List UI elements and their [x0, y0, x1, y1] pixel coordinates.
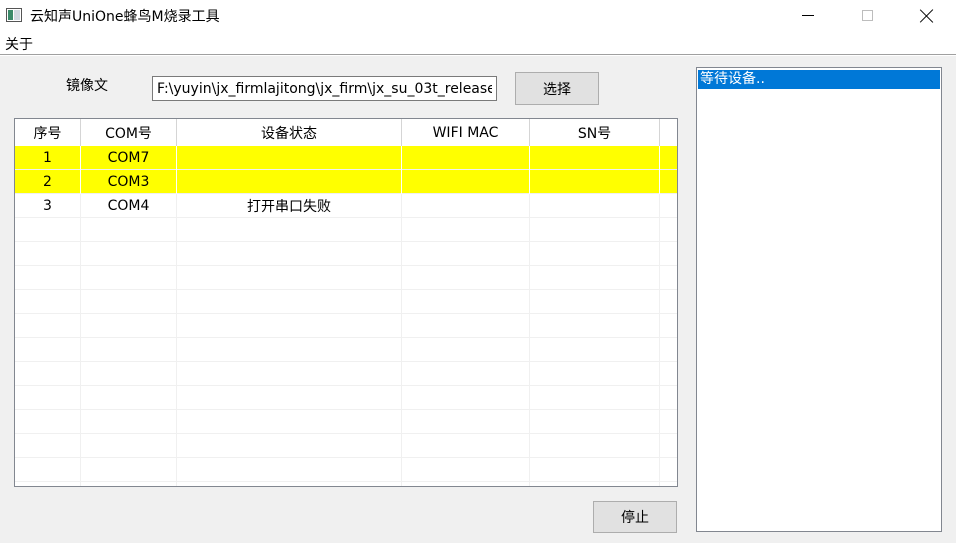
cell-com: COM7: [81, 146, 177, 170]
window-title: 云知声UniOne蜂鸟M烧录工具: [30, 9, 220, 25]
app-icon[interactable]: [6, 8, 22, 22]
column-header-wifi-mac[interactable]: WIFI MAC: [402, 119, 530, 146]
cell-index: 2: [15, 170, 81, 194]
cell-status: [177, 146, 402, 170]
maximize-button[interactable]: [844, 0, 890, 31]
cell-com: COM4: [81, 194, 177, 218]
empty-row: [15, 362, 677, 386]
cell-sn: [530, 194, 660, 218]
cell-wifi-mac: [402, 194, 530, 218]
empty-row: [15, 290, 677, 314]
stop-button[interactable]: 停止: [593, 501, 677, 533]
empty-row: [15, 314, 677, 338]
empty-row: [15, 218, 677, 242]
cell-status: [177, 170, 402, 194]
cell-wifi-mac: [402, 146, 530, 170]
empty-row: [15, 410, 677, 434]
table-row[interactable]: 1 COM7: [15, 146, 677, 170]
cell-sn: [530, 170, 660, 194]
empty-row: [15, 458, 677, 482]
image-file-label: 镜像文件: [66, 78, 108, 94]
column-header-index[interactable]: 序号: [15, 119, 81, 146]
column-header-status[interactable]: 设备状态: [177, 119, 402, 146]
empty-row: [15, 266, 677, 290]
image-path-input[interactable]: [152, 76, 497, 101]
table-row[interactable]: 2 COM3: [15, 170, 677, 194]
device-table[interactable]: 序号 COM号 设备状态 WIFI MAC SN号 1 COM7 2 COM3 …: [14, 118, 678, 487]
maximize-icon: [861, 10, 873, 21]
empty-row: [15, 386, 677, 410]
column-header-sn[interactable]: SN号: [530, 119, 660, 146]
title-bar[interactable]: 云知声UniOne蜂鸟M烧录工具: [0, 0, 956, 31]
menu-bar: 关于: [0, 31, 956, 54]
table-body: 1 COM7 2 COM3 3 COM4 打开串口失败: [15, 146, 677, 486]
cell-sn: [530, 146, 660, 170]
table-row[interactable]: 3 COM4 打开串口失败: [15, 194, 677, 218]
empty-row: [15, 482, 677, 486]
cell-wifi-mac: [402, 170, 530, 194]
close-icon: [920, 9, 934, 23]
table-header: 序号 COM号 设备状态 WIFI MAC SN号: [15, 119, 660, 146]
cell-status: 打开串口失败: [177, 194, 402, 218]
cell-index: 1: [15, 146, 81, 170]
minimize-icon: [802, 15, 814, 16]
empty-row: [15, 338, 677, 362]
select-button[interactable]: 选择: [515, 72, 599, 105]
minimize-button[interactable]: [785, 0, 831, 31]
menu-about[interactable]: 关于: [5, 34, 33, 54]
close-button[interactable]: [904, 0, 950, 31]
empty-row: [15, 242, 677, 266]
cell-com: COM3: [81, 170, 177, 194]
column-header-com[interactable]: COM号: [81, 119, 177, 146]
log-item[interactable]: 等待设备..: [698, 70, 940, 89]
empty-row: [15, 434, 677, 458]
menu-divider: [0, 54, 956, 56]
cell-index: 3: [15, 194, 81, 218]
log-list[interactable]: 等待设备..: [696, 67, 942, 532]
